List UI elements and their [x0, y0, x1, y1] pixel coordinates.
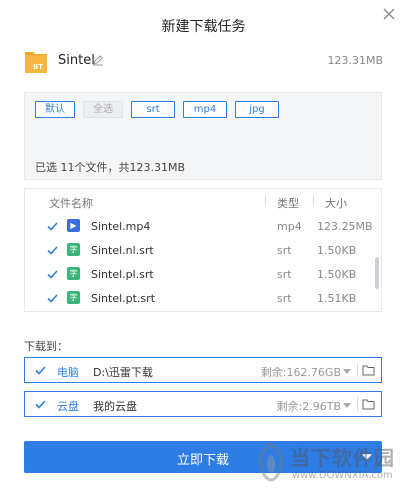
subtitle-file-icon: 字	[67, 291, 80, 304]
target-name: 电脑	[57, 366, 79, 379]
download-target-pc[interactable]: 电脑 D:\迅雷下载 剩余:162.76GB	[24, 357, 382, 383]
file-name: Sintel	[58, 53, 95, 68]
filter-default-button[interactable]: 默认	[35, 101, 75, 118]
column-header-name[interactable]: 文件名称	[49, 195, 93, 211]
file-row-name: Sintel.nl.srt	[91, 244, 154, 257]
chevron-down-icon[interactable]	[343, 369, 351, 374]
column-divider	[265, 195, 266, 207]
target-path: D:\迅雷下载	[93, 366, 153, 379]
folder-open-icon[interactable]	[362, 364, 375, 376]
file-row-type: mp4	[277, 220, 302, 233]
watermark-url: www.DOWNXIA.com	[292, 470, 393, 481]
file-row-size: 1.50KB	[317, 244, 357, 257]
checkbox-checked-icon[interactable]	[35, 399, 46, 410]
file-list-header: 文件名称 类型 大小	[25, 189, 381, 213]
download-to-label: 下载到：	[24, 340, 68, 353]
checkbox-checked-icon[interactable]	[47, 269, 58, 280]
svg-text:BT: BT	[33, 63, 43, 71]
file-header: BT Sintel 123.31MB	[24, 48, 383, 74]
close-icon[interactable]	[381, 6, 397, 22]
chevron-down-icon[interactable]	[343, 403, 351, 408]
file-row-name: Sintel.mp4	[91, 220, 151, 233]
file-row-size: 1.51KB	[317, 292, 357, 305]
watermark: 当下软件园 www.DOWNXIA.com	[252, 440, 402, 490]
column-divider	[313, 195, 314, 207]
divider	[357, 397, 358, 411]
file-row[interactable]: 字 Sintel.pl.srt srt 1.50KB	[25, 263, 381, 287]
column-header-size[interactable]: 大小	[325, 195, 347, 211]
file-row-size: 1.50KB	[317, 268, 357, 281]
filter-srt-button[interactable]: srt	[131, 101, 175, 118]
column-header-type[interactable]: 类型	[277, 195, 299, 211]
filter-select-all-button[interactable]: 全选	[83, 101, 123, 118]
download-target-cloud[interactable]: 云盘 我的云盘 剩余:2.96TB	[24, 391, 382, 417]
file-row[interactable]: ▶ Sintel.mp4 mp4 123.25MB	[25, 215, 381, 239]
scrollbar-thumb[interactable]	[375, 257, 379, 289]
video-file-icon: ▶	[67, 219, 80, 232]
checkbox-checked-icon[interactable]	[47, 221, 58, 232]
file-row[interactable]: 字 Sintel.pt.srt srt 1.51KB	[25, 287, 381, 311]
folder-open-icon[interactable]	[362, 398, 375, 410]
filter-mp4-button[interactable]: mp4	[183, 101, 227, 118]
checkbox-checked-icon[interactable]	[47, 245, 58, 256]
file-row-name: Sintel.pl.srt	[91, 268, 154, 281]
file-row-type: srt	[277, 244, 292, 257]
watermark-text: 当下软件园	[290, 446, 395, 470]
target-free-space: 剩余:162.76GB	[260, 366, 341, 379]
file-row-type: srt	[277, 292, 292, 305]
subtitle-file-icon: 字	[67, 243, 80, 256]
file-row-type: srt	[277, 268, 292, 281]
filter-jpg-button[interactable]: jpg	[235, 101, 279, 118]
dialog-title: 新建下载任务	[161, 19, 246, 35]
file-row-name: Sintel.pt.srt	[91, 292, 156, 305]
file-list: 文件名称 类型 大小 ▶ Sintel.mp4 mp4 123.25MB 字 S…	[24, 188, 382, 312]
filter-chips: 默认 全选 srt mp4 jpg	[35, 101, 279, 118]
selection-summary: 已选 11个文件，共123.31MB	[35, 161, 186, 174]
checkbox-checked-icon[interactable]	[47, 293, 58, 304]
file-total-size: 123.31MB	[327, 54, 383, 67]
target-free-space: 剩余:2.96TB	[276, 400, 341, 413]
subtitle-file-icon: 字	[67, 267, 80, 280]
filter-panel: 默认 全选 srt mp4 jpg 已选 11个文件，共123.31MB	[24, 92, 382, 180]
target-path: 我的云盘	[93, 400, 137, 413]
target-name: 云盘	[57, 400, 79, 413]
divider	[357, 363, 358, 377]
checkbox-checked-icon[interactable]	[35, 365, 46, 376]
bt-folder-icon: BT	[25, 52, 47, 73]
watermark-logo-icon	[258, 442, 284, 482]
file-row[interactable]: 字 Sintel.nl.srt srt 1.50KB	[25, 239, 381, 263]
file-row-size: 123.25MB	[317, 220, 373, 233]
edit-icon[interactable]	[92, 54, 104, 66]
